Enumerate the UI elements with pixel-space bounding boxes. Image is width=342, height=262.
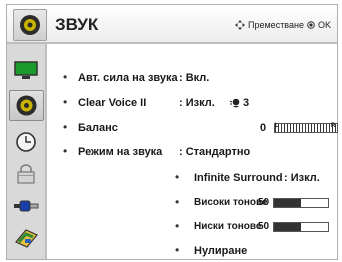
sidebar-item-lock[interactable] <box>11 162 41 186</box>
clear-voice-value[interactable]: : Изкл. <box>179 97 215 109</box>
sound-icon <box>13 9 47 41</box>
infinite-surround-value[interactable]: : Изкл. <box>284 172 320 184</box>
balance-value: 0 <box>260 122 267 134</box>
bullet: • <box>175 170 180 184</box>
balance-left-label: L <box>275 123 279 129</box>
auto-volume-label[interactable]: Авт. сила на звука <box>78 72 178 84</box>
balance-slider[interactable] <box>274 123 338 133</box>
balance-right-label: R <box>331 123 336 129</box>
sidebar-item-sound[interactable] <box>9 90 44 121</box>
menu-header: ЗВУК Преместване OK <box>7 5 337 44</box>
infinite-surround-label[interactable]: Infinite Surround <box>194 172 283 184</box>
sound-icon <box>16 95 37 116</box>
ok-circle-icon <box>307 21 315 29</box>
sidebar-item-input[interactable] <box>11 194 41 218</box>
treble-label[interactable]: Високи тонове <box>194 197 268 208</box>
sound-mode-value[interactable]: : Стандартно <box>179 146 250 158</box>
bass-label[interactable]: Ниски тонове <box>194 221 261 232</box>
bass-value: 50 <box>258 221 270 232</box>
bullet: • <box>63 120 68 134</box>
bullet: • <box>63 70 68 84</box>
clear-voice-label[interactable]: Clear Voice II <box>78 97 146 109</box>
sidebar-item-time[interactable] <box>11 130 41 154</box>
bullet: • <box>175 195 180 209</box>
sidebar-item-picture[interactable] <box>11 58 41 82</box>
bass-slider-fill <box>274 223 301 231</box>
clock-icon <box>16 132 36 152</box>
lock-icon <box>17 164 35 184</box>
options-icon <box>15 229 38 248</box>
clear-voice-level: 3 <box>243 97 250 109</box>
input-icon <box>14 200 39 212</box>
page-title: ЗВУК <box>55 15 99 34</box>
sound-mode-label[interactable]: Режим на звука <box>78 146 162 158</box>
picture-icon <box>14 61 38 79</box>
treble-slider[interactable] <box>273 198 329 208</box>
treble-value: 50 <box>258 197 270 208</box>
treble-slider-fill <box>274 199 301 207</box>
sound-menu-panel: ЗВУК Преместване OK • Авт. сила на звука… <box>6 4 338 260</box>
sidebar-item-options[interactable] <box>11 226 41 250</box>
bullet: • <box>175 219 180 233</box>
bullet: • <box>63 95 68 109</box>
bullet: • <box>175 243 180 257</box>
navigation-hint: Преместване OK <box>235 20 331 30</box>
bass-slider[interactable] <box>273 222 329 232</box>
auto-volume-value[interactable]: : Вкл. <box>179 72 209 84</box>
ok-hint-label: OK <box>317 20 331 30</box>
voice-level-icon <box>229 98 240 108</box>
sidebar <box>7 44 47 259</box>
menu-content: • Авт. сила на звука : Вкл. • Clear Voic… <box>47 44 338 259</box>
move-hint-label: Преместване <box>248 20 304 30</box>
reset-button[interactable]: Нулиране <box>194 245 247 257</box>
bullet: • <box>63 144 68 158</box>
four-way-arrow-icon <box>235 20 246 30</box>
balance-label[interactable]: Баланс <box>78 122 118 134</box>
